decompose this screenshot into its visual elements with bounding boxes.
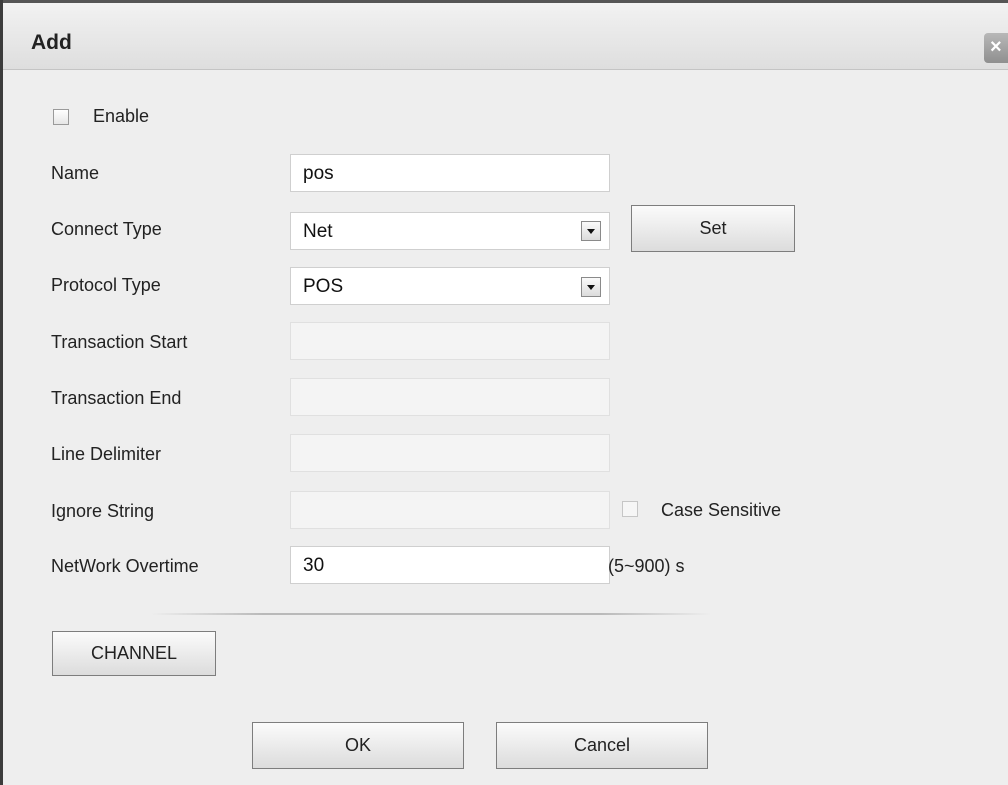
- network-overtime-label: NetWork Overtime: [51, 556, 199, 576]
- add-dialog: Add × Enable Name pos Connect Type Net S…: [3, 3, 1008, 785]
- case-sensitive-label: Case Sensitive: [661, 500, 782, 520]
- chevron-down-icon[interactable]: [581, 221, 601, 241]
- connect-type-select[interactable]: Net: [290, 212, 610, 250]
- network-overtime-range: (5~900) s: [608, 556, 685, 576]
- ignore-string-label: Ignore String: [51, 501, 155, 521]
- set-button[interactable]: Set: [631, 205, 795, 252]
- chevron-down-icon[interactable]: [581, 277, 601, 297]
- ignore-string-input[interactable]: [290, 491, 610, 529]
- name-label: Name: [51, 163, 100, 183]
- dialog-title: Add: [31, 31, 72, 54]
- transaction-end-label: Transaction End: [51, 388, 182, 408]
- transaction-start-label: Transaction Start: [51, 332, 188, 352]
- enable-label: Enable: [93, 106, 150, 126]
- ok-button[interactable]: OK: [252, 722, 464, 769]
- line-delimiter-input[interactable]: [290, 434, 610, 472]
- channel-button[interactable]: CHANNEL: [52, 631, 216, 676]
- case-sensitive-checkbox[interactable]: [622, 501, 638, 517]
- name-input[interactable]: pos: [290, 154, 610, 192]
- protocol-type-label: Protocol Type: [51, 275, 161, 295]
- cancel-button[interactable]: Cancel: [496, 722, 708, 769]
- connect-type-value: Net: [303, 221, 333, 242]
- protocol-type-select[interactable]: POS: [290, 267, 610, 305]
- connect-type-label: Connect Type: [51, 219, 162, 239]
- dialog-titlebar: Add ×: [3, 3, 1008, 70]
- close-icon: ×: [990, 36, 1002, 58]
- line-delimiter-label: Line Delimiter: [51, 444, 162, 464]
- divider: [151, 613, 711, 615]
- protocol-type-value: POS: [303, 276, 344, 297]
- close-button[interactable]: ×: [984, 33, 1008, 63]
- transaction-end-input[interactable]: [290, 378, 610, 416]
- network-overtime-input[interactable]: 30: [290, 546, 610, 584]
- transaction-start-input[interactable]: [290, 322, 610, 360]
- enable-checkbox[interactable]: [53, 109, 69, 125]
